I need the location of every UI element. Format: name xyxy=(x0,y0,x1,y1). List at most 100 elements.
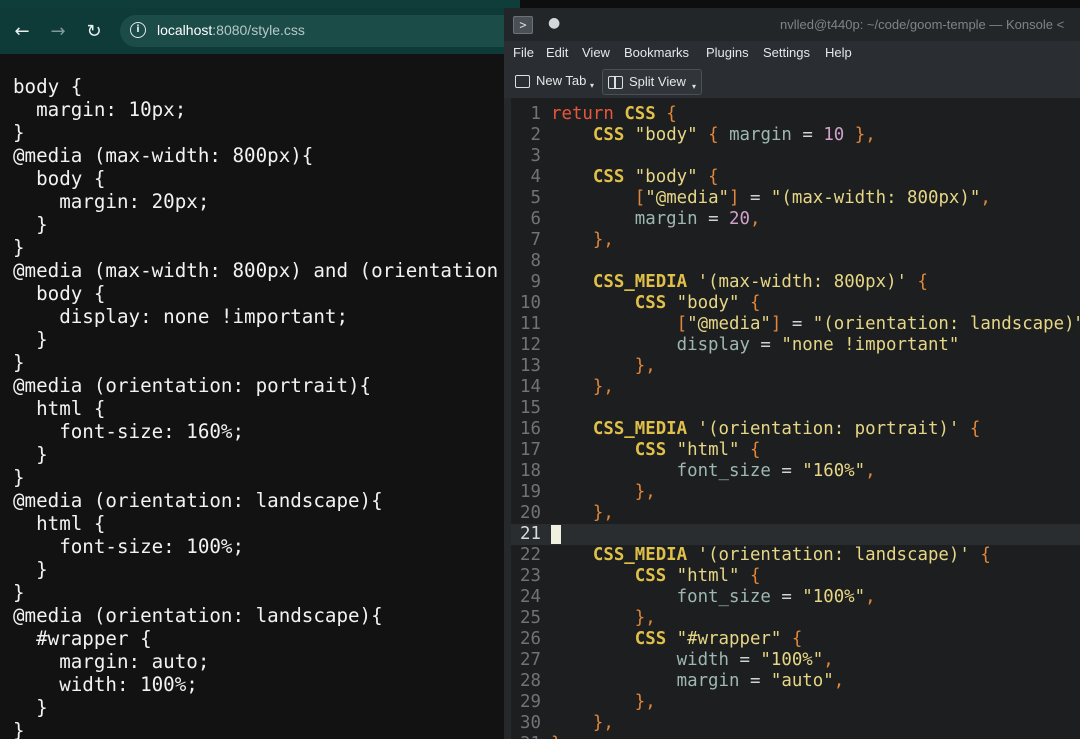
menu-view[interactable]: View xyxy=(582,45,610,60)
split-view-button[interactable]: Split View ▾ xyxy=(602,69,702,95)
line-number: 28 xyxy=(520,671,541,691)
code-text: } xyxy=(551,734,561,739)
code-line[interactable]: 27 width = "100%", xyxy=(511,650,1080,671)
line-number: 31 xyxy=(511,734,541,739)
code-line[interactable]: 18 font_size = "160%", xyxy=(511,461,1080,482)
code-line[interactable]: 26 CSS "#wrapper" { xyxy=(511,629,1080,650)
browser-toolbar: ← → ↻ i localhost:8080/style.css xyxy=(0,8,520,54)
code-line[interactable]: 24 font_size = "100%", xyxy=(511,587,1080,608)
konsole-window: > ● nvlled@t440p: ~/code/goom-temple — K… xyxy=(504,8,1080,739)
browser-tab-strip xyxy=(0,0,520,8)
new-tab-icon xyxy=(515,75,530,88)
terminal-app-icon[interactable]: > xyxy=(513,16,533,34)
line-number: 3 xyxy=(530,146,541,166)
line-number: 20 xyxy=(520,503,541,523)
code-line[interactable]: 30 }, xyxy=(511,713,1080,734)
code-text: CSS "html" { xyxy=(634,566,761,586)
line-number: 16 xyxy=(520,419,541,439)
menu-help[interactable]: Help xyxy=(825,45,852,60)
code-text: ["@media"] = "(max-width: 800px)", xyxy=(634,188,991,208)
code-line[interactable]: 5 ["@media"] = "(max-width: 800px)", xyxy=(511,188,1080,209)
code-line[interactable]: 20 }, xyxy=(511,503,1080,524)
code-line[interactable]: 4 CSS "body" { xyxy=(511,167,1080,188)
line-number: 13 xyxy=(520,356,541,376)
code-line[interactable]: 22 CSS_MEDIA '(orientation: landscape)' … xyxy=(511,545,1080,566)
terminal-editor[interactable]: 1 return CSS {2 CSS "body" { margin = 10 … xyxy=(504,98,1080,739)
code-line[interactable]: 29 }, xyxy=(511,692,1080,713)
code-text: margin = "auto", xyxy=(676,671,845,691)
code-text: }, xyxy=(592,377,614,397)
code-line[interactable]: 23 CSS "html" { xyxy=(511,566,1080,587)
forward-arrow-icon[interactable]: → xyxy=(47,21,69,43)
code-line[interactable]: 3 xyxy=(511,146,1080,167)
code-line[interactable]: 31} xyxy=(511,734,1080,739)
line-number: 2 xyxy=(530,125,541,145)
back-arrow-icon[interactable]: ← xyxy=(11,21,33,43)
code-text: CSS_MEDIA '(orientation: portrait)' { xyxy=(592,419,981,439)
url-text[interactable]: localhost:8080/style.css xyxy=(157,22,305,38)
menu-settings[interactable]: Settings xyxy=(763,45,810,60)
line-number: 17 xyxy=(520,440,541,460)
keep-above-pin-icon[interactable]: ● xyxy=(548,15,560,31)
new-tab-button[interactable]: New Tab ▾ xyxy=(510,69,598,95)
code-line[interactable]: 28 margin = "auto", xyxy=(511,671,1080,692)
code-line[interactable]: 12 display = "none !important" xyxy=(511,335,1080,356)
menu-file[interactable]: File xyxy=(513,45,534,60)
konsole-toolbar: New Tab ▾ Split View ▾ xyxy=(504,65,1080,98)
line-number: 23 xyxy=(520,566,541,586)
code-line[interactable]: 17 CSS "html" { xyxy=(511,440,1080,461)
code-line[interactable]: 6 margin = 20, xyxy=(511,209,1080,230)
code-line[interactable]: 9 CSS_MEDIA '(max-width: 800px)' { xyxy=(511,272,1080,293)
code-line[interactable]: 13 }, xyxy=(511,356,1080,377)
url-host: localhost xyxy=(157,22,213,38)
new-tab-label: New Tab xyxy=(536,73,587,88)
code-text: return CSS { xyxy=(551,104,677,124)
code-text: width = "100%", xyxy=(676,650,834,670)
code-line[interactable]: 25 }, xyxy=(511,608,1080,629)
code-line[interactable]: 21 xyxy=(511,524,1080,545)
code-line[interactable]: 14 }, xyxy=(511,377,1080,398)
line-number: 21 xyxy=(520,524,541,544)
code-text: display = "none !important" xyxy=(676,335,960,355)
chevron-down-icon[interactable]: ▾ xyxy=(692,82,696,91)
code-line[interactable]: 10 CSS "body" { xyxy=(511,293,1080,314)
code-text: }, xyxy=(634,608,656,628)
line-number: 8 xyxy=(530,251,541,271)
code-line[interactable]: 8 xyxy=(511,251,1080,272)
code-text: }, xyxy=(592,503,614,523)
code-line[interactable]: 16 CSS_MEDIA '(orientation: portrait)' { xyxy=(511,419,1080,440)
code-line[interactable]: 2 CSS "body" { margin = 10 }, xyxy=(511,125,1080,146)
editor-margin xyxy=(504,98,511,739)
line-number: 6 xyxy=(530,209,541,229)
stylesheet-text: body { margin: 10px; } @media (max-width… xyxy=(13,75,499,739)
menu-plugins[interactable]: Plugins xyxy=(706,45,749,60)
line-number: 30 xyxy=(520,713,541,733)
konsole-titlebar: > ● nvlled@t440p: ~/code/goom-temple — K… xyxy=(504,8,1080,41)
menu-edit[interactable]: Edit xyxy=(546,45,568,60)
chevron-down-icon[interactable]: ▾ xyxy=(590,81,594,90)
code-line[interactable]: 11 ["@media"] = "(orientation: landscape… xyxy=(511,314,1080,335)
line-number: 18 xyxy=(520,461,541,481)
code-text: CSS_MEDIA '(max-width: 800px)' { xyxy=(592,272,928,292)
code-text: }, xyxy=(634,482,656,502)
url-path: :8080/style.css xyxy=(212,22,305,38)
split-view-icon xyxy=(608,76,623,89)
line-number: 27 xyxy=(520,650,541,670)
line-number: 1 xyxy=(530,104,541,124)
code-line[interactable]: 19 }, xyxy=(511,482,1080,503)
line-number: 4 xyxy=(530,167,541,187)
code-line[interactable]: 15 xyxy=(511,398,1080,419)
code-line[interactable]: 7 }, xyxy=(511,230,1080,251)
window-title: nvlled@t440p: ~/code/goom-temple — Konso… xyxy=(780,17,1065,32)
line-number: 22 xyxy=(520,545,541,565)
menu-bookmarks[interactable]: Bookmarks xyxy=(624,45,689,60)
code-text: CSS "body" { xyxy=(634,293,761,313)
line-number: 12 xyxy=(520,335,541,355)
line-number: 19 xyxy=(520,482,541,502)
code-line[interactable]: 1 return CSS { xyxy=(511,104,1080,125)
site-info-icon[interactable]: i xyxy=(130,22,146,38)
line-number: 26 xyxy=(520,629,541,649)
browser-window: ← → ↻ i localhost:8080/style.css body { … xyxy=(0,0,520,739)
address-bar[interactable]: i localhost:8080/style.css xyxy=(120,15,520,47)
reload-icon[interactable]: ↻ xyxy=(83,21,105,43)
